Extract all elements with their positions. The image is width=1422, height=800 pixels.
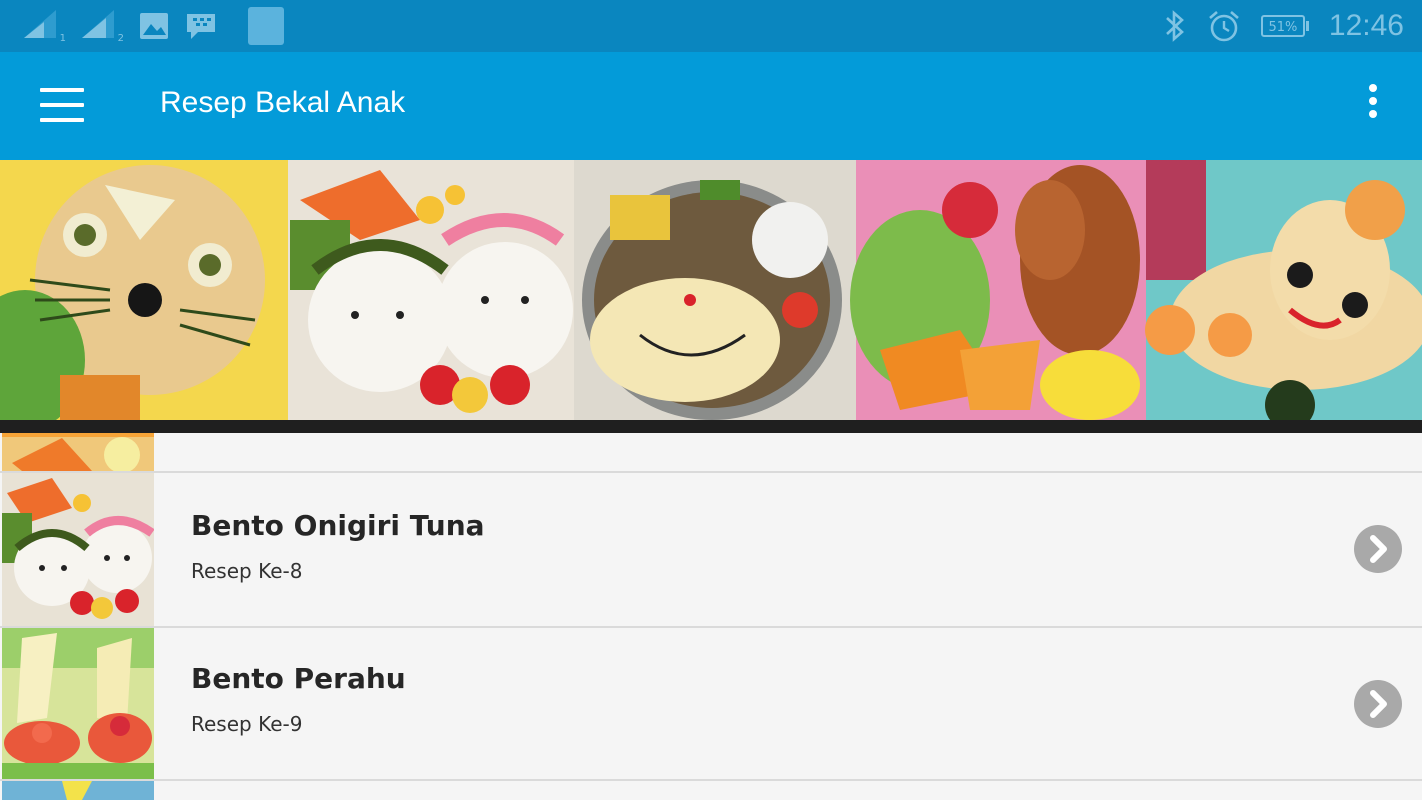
status-bar: 1 2 51% 12:46 [0,0,1422,52]
recipe-thumbnail [2,628,154,779]
signal-icon: 1 [22,8,66,44]
recipe-thumbnail [2,433,154,471]
signal-icon: 2 [80,8,124,44]
banner-chicken-bento-image [850,160,1146,422]
more-vert-icon[interactable] [1364,84,1382,128]
battery-icon: 51% [1260,15,1309,37]
hamburger-menu-icon[interactable] [40,88,84,124]
recipe-title: Bento Onigiri Tuna [191,509,485,542]
image-icon [140,13,168,39]
app-bar: Resep Bekal Anak [0,52,1422,160]
sim1-label: 1 [59,33,66,44]
recipe-subtitle: Resep Ke-8 [191,559,303,583]
alarm-icon [1209,11,1239,42]
bbm-icon [187,14,215,39]
list-item[interactable] [0,433,1422,473]
sim2-label: 2 [117,33,124,44]
app-title: Resep Bekal Anak [160,86,406,119]
chevron-right-icon[interactable] [1354,525,1402,573]
banner-divider [0,420,1422,433]
recipe-thumbnail [2,781,154,800]
list-item[interactable]: Bento Onigiri Tuna Resep Ke-8 [0,473,1422,628]
header-banner-image [0,160,1422,422]
recipe-subtitle: Resep Ke-9 [191,712,303,736]
recipe-title: Bento Perahu [191,662,406,695]
banner-bear-sandwich-image [1145,160,1422,422]
banner-onigiri-image [288,160,574,422]
list-item[interactable] [0,781,1422,800]
banner-cat-sandwich-image [0,160,288,422]
recipe-list: Bento Onigiri Tuna Resep Ke-8 Bento Pera… [0,433,1422,800]
banner-doraemon-bento-image [574,160,856,422]
notification-icon [248,7,284,45]
recipe-thumbnail [2,473,154,626]
bluetooth-icon [1166,10,1184,42]
battery-level: 51% [1260,15,1305,37]
status-clock: 12:46 [1328,9,1404,42]
list-item[interactable]: Bento Perahu Resep Ke-9 [0,628,1422,781]
chevron-right-icon[interactable] [1354,680,1402,728]
